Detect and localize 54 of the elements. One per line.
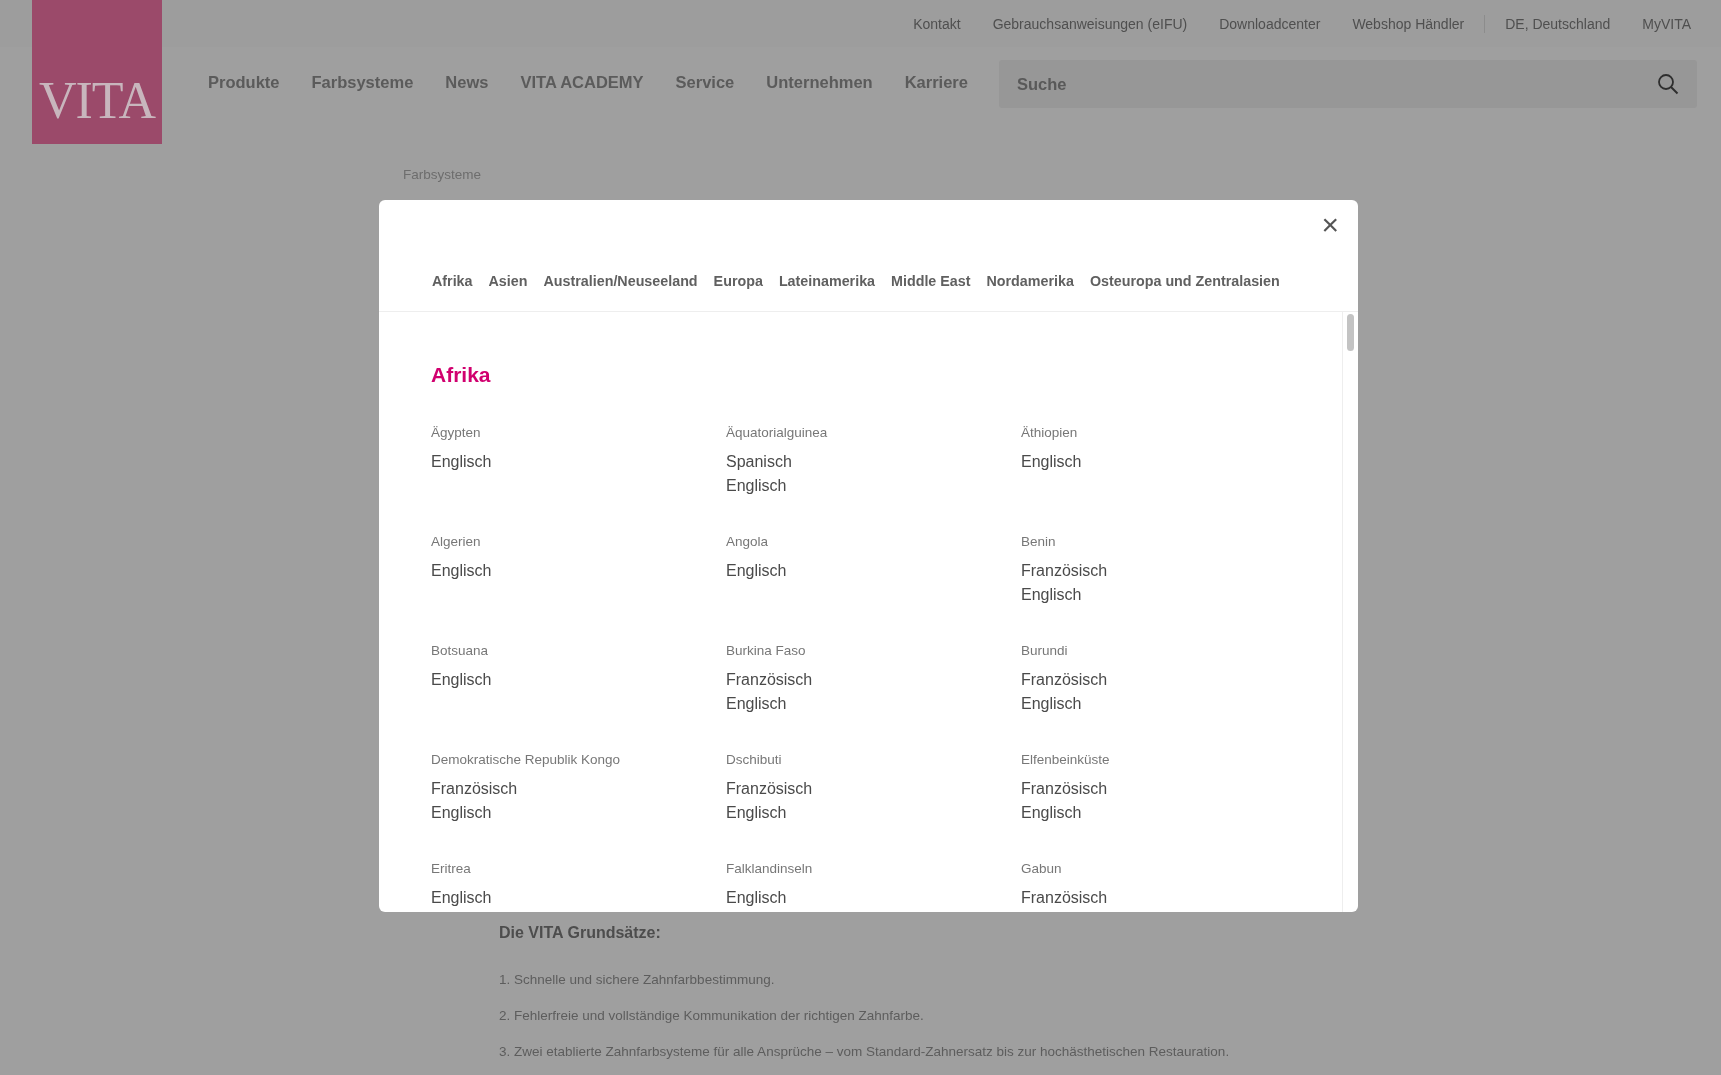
language-link[interactable]: Französisch [431, 777, 518, 801]
language-link[interactable]: Französisch [1021, 886, 1108, 910]
search-field[interactable]: Suche [998, 60, 1697, 108]
region-tab[interactable]: Osteuropa und Zentralasien [1089, 273, 1280, 311]
region-tab[interactable]: Australien/Neuseeland [543, 273, 698, 311]
country-name: Burundi [1021, 643, 1068, 658]
country-name: Ägypten [431, 425, 481, 440]
language-link[interactable]: Englisch [726, 474, 787, 498]
country-name: Demokratische Republik Kongo [431, 752, 621, 767]
country-name: Botsuana [431, 643, 489, 658]
language-link[interactable]: Englisch [726, 801, 787, 825]
scrollbar-thumb[interactable] [1347, 314, 1354, 351]
language-link[interactable]: Französisch [726, 668, 813, 692]
language-link[interactable]: Englisch [431, 886, 492, 910]
country-name: Angola [726, 534, 769, 549]
section-heading: Die VITA Grundsätze: [499, 924, 662, 942]
language-link[interactable]: Französisch [1021, 559, 1108, 583]
language-link[interactable]: Englisch [1021, 583, 1082, 607]
close-button[interactable]: × [1315, 210, 1345, 240]
language-link[interactable]: Französisch [1021, 668, 1108, 692]
region-tab[interactable]: Lateinamerika [778, 273, 876, 311]
language-link[interactable]: Spanisch [726, 450, 792, 474]
language-link[interactable]: Englisch [726, 692, 787, 716]
country-name: Algerien [431, 534, 481, 549]
language-link[interactable]: Englisch [431, 559, 492, 583]
region-tab[interactable]: Middle East [891, 273, 971, 311]
language-link[interactable]: Englisch [431, 668, 492, 692]
search-icon[interactable] [1656, 73, 1679, 95]
country-name: Benin [1021, 534, 1056, 549]
country-name: Burkina Faso [726, 643, 806, 658]
region-heading: Afrika [431, 363, 492, 387]
language-link[interactable]: Englisch [726, 886, 787, 910]
language-link[interactable]: Englisch [431, 450, 492, 474]
country-name: Gabun [1021, 861, 1062, 876]
language-link[interactable]: Englisch [1021, 692, 1082, 716]
language-link[interactable]: Französisch [726, 777, 813, 801]
list-item: 2. Fehlerfreie und vollständige Kommunikation der richtigen Zahnfarbe. [499, 1008, 925, 1023]
region-tab[interactable]: Asien [488, 273, 528, 311]
list-item: 3. Zwei etablierte Zahnfarbsysteme für alle Ansprüche – vom Standard-Zahnersatz bis zur hochästhetischen Restauration. [499, 1044, 1231, 1059]
country-name: Eritrea [431, 861, 471, 876]
list-item: 1. Schnelle und sichere Zahnfarbbestimmung. [499, 972, 776, 987]
language-link[interactable]: Französisch [1021, 777, 1108, 801]
country-name: Dschibuti [726, 752, 782, 767]
region-tab[interactable]: Nordamerika [986, 273, 1074, 311]
language-link[interactable]: Englisch [1021, 450, 1082, 474]
country-name: Äquatorialguinea [726, 425, 828, 440]
country-name: Falklandinseln [726, 861, 813, 876]
language-link[interactable]: Englisch [431, 801, 492, 825]
language-link[interactable]: Englisch [1021, 801, 1082, 825]
country-name: Äthiopien [1021, 425, 1078, 440]
region-tab[interactable]: Europa [713, 273, 763, 311]
country-name: Elfenbeinküste [1021, 752, 1110, 767]
region-tab[interactable]: Afrika [432, 273, 473, 311]
language-link[interactable]: Englisch [726, 559, 787, 583]
